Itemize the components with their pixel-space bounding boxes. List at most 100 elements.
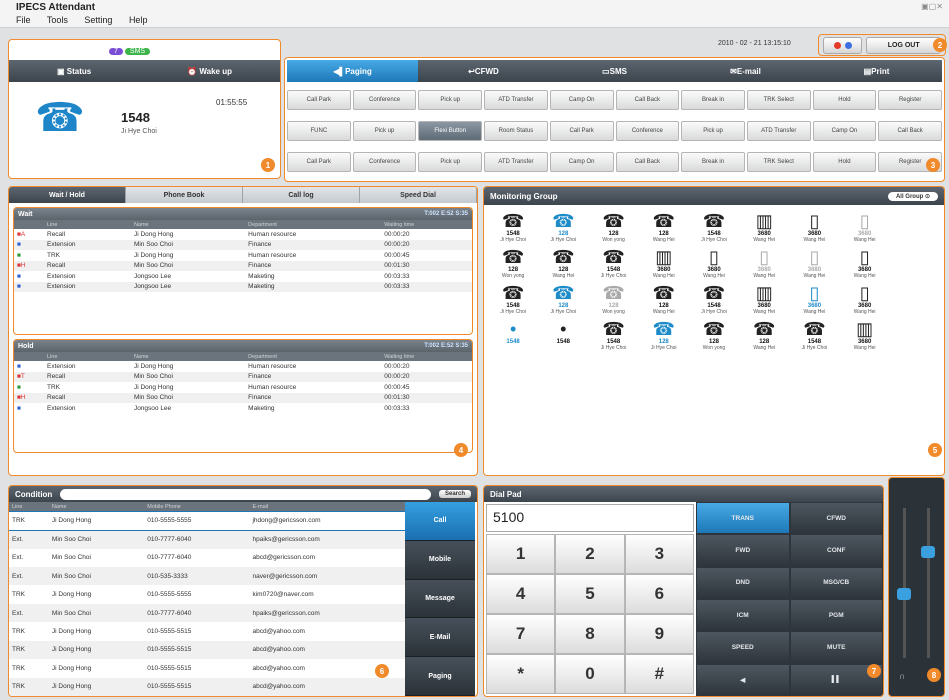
monitor-extension[interactable]: • 1548 [488, 319, 538, 351]
table-row[interactable]: ■ Extension Jongsoo Lee Maketing 00:03:33 [14, 281, 472, 292]
func-button[interactable]: FUNC [287, 121, 351, 141]
dial-key[interactable]: 5 [555, 574, 625, 614]
status-button[interactable]: ▣ Status [57, 67, 91, 76]
func-button[interactable]: ATD Transfer [484, 90, 548, 110]
dial-input[interactable]: 5100 [486, 504, 694, 532]
func-button[interactable]: Room Status [484, 121, 548, 141]
monitor-extension[interactable]: • 1548 [538, 319, 588, 351]
table-row[interactable]: TRK Ji Dong Hong 010-5555-5515 abcd@yahoo.c… [9, 659, 405, 677]
func-button[interactable]: Break in [681, 90, 745, 110]
action-call-button[interactable]: Call [405, 502, 475, 541]
monitor-extension[interactable]: ▯ 3680 Wang Hei [789, 247, 839, 279]
monitor-extension[interactable]: ☎ 1548 Ji Hye Choi [588, 247, 638, 279]
dial-function-button[interactable]: SPEED [696, 631, 790, 664]
monitor-extension[interactable]: ▥ 3680 Wang Hei [739, 283, 789, 315]
monitor-extension[interactable]: ☎ 128 Ji Hye Choi [538, 283, 588, 315]
monitor-extension[interactable]: ▯ 3680 Wang Hei [840, 283, 890, 315]
logout-button[interactable]: LOG OUT [866, 36, 941, 54]
table-row[interactable]: TRK Ji Dong Hong 010-5555-5555 jhdong@geric… [9, 510, 406, 532]
tab-call-log[interactable]: Call log [243, 187, 360, 203]
func-button[interactable]: ATD Transfer [484, 152, 548, 172]
monitor-extension[interactable]: ▥ 3680 Wang Hei [739, 211, 789, 243]
table-row[interactable]: Ext. Min Soo Choi 010-535-3333 naver@gerics… [9, 567, 405, 586]
monitor-extension[interactable]: ▯ 3680 Wang Hei [789, 283, 839, 315]
menu-setting[interactable]: Setting [84, 15, 112, 25]
monitor-extension[interactable]: ☎ 1548 Ji Hye Choi [588, 319, 638, 351]
table-row[interactable]: ■ Extension Jongsoo Lee Maketing 00:03:33 [14, 271, 472, 282]
func-button[interactable]: Camp On [549, 90, 614, 110]
monitor-extension[interactable]: ▯ 3680 Wang Hei [689, 247, 739, 279]
dial-function-button[interactable]: ◀ [696, 663, 790, 696]
monitor-extension[interactable]: ☎ 128 Wang Hei [739, 319, 789, 351]
table-row[interactable]: ■H Recall Min Soo Choi Finance 00:01:30 [14, 260, 472, 271]
tab-sms[interactable]: ▭ SMS [549, 67, 680, 76]
func-button[interactable]: Camp On [812, 121, 877, 141]
table-row[interactable]: Ext. Min Soo Choi 010-7777-6040 hpaiks@geri… [9, 603, 405, 623]
table-row[interactable]: TRK Ji Dong Hong 010-5555-5515 abcd@yahoo.c… [9, 622, 405, 640]
left-slider-handle[interactable] [897, 588, 911, 600]
dial-function-button[interactable]: CONF [789, 534, 883, 567]
table-row[interactable]: ■ Extension Min Soo Choi Finance 00:00:20 [14, 239, 472, 250]
table-row[interactable]: Ext. Min Soo Choi 010-7777-6040 abcd@gerics… [9, 549, 405, 567]
func-button[interactable]: Conference [615, 121, 680, 141]
dial-key[interactable]: 7 [486, 614, 556, 654]
monitor-extension[interactable]: ☎ 128 Ji Hye Choi [538, 211, 588, 243]
monitor-extension[interactable]: ▯ 3680 Wang Hei [840, 211, 890, 243]
func-button[interactable]: Call Park [549, 121, 614, 141]
table-row[interactable]: ■ TRK Ji Dong Hong Human resource 00:00:45 [14, 382, 472, 393]
func-button[interactable]: Conference [352, 90, 417, 110]
tab-phone-book[interactable]: Phone Book [126, 187, 243, 203]
dial-key[interactable]: 4 [486, 574, 556, 614]
table-row[interactable]: ■H Recall Min Soo Choi Finance 00:01:30 [14, 392, 472, 403]
table-row[interactable]: TRK Ji Dong Hong 010-5555-5515 abcd@yahoo.c… [9, 640, 405, 660]
action-mobile-button[interactable]: Mobile [405, 540, 475, 580]
table-row[interactable]: ■T Recall Min Soo Choi Finance 00:00:20 [14, 371, 472, 382]
dial-key[interactable]: 2 [555, 534, 625, 574]
monitor-extension[interactable]: ☎ 128 Won yong [488, 247, 538, 279]
dial-key[interactable]: 8 [555, 614, 625, 654]
func-button[interactable]: Hold [812, 90, 877, 110]
func-button[interactable]: Flexi Button [418, 121, 483, 141]
dial-function-button[interactable]: MUTE [789, 631, 883, 664]
menu-help[interactable]: Help [129, 15, 148, 25]
monitor-extension[interactable]: ☎ 128 Won yong [588, 211, 638, 243]
tab-email[interactable]: ✉ E-mail [680, 67, 811, 76]
monitor-extension[interactable]: ☎ 128 Wang Hei [639, 283, 689, 315]
func-button[interactable]: ATD Transfer [746, 121, 811, 141]
right-slider-handle[interactable] [921, 546, 935, 558]
monitor-extension[interactable]: ☎ 128 Wang Hei [538, 247, 588, 279]
monitor-extension[interactable]: ☎ 1548 Ji Hye Choi [488, 211, 538, 243]
func-button[interactable]: Conference [352, 152, 417, 172]
monitor-extension[interactable]: ☎ 128 Ji Hye Choi [639, 319, 689, 351]
dial-function-button[interactable]: MSG/CB [789, 566, 883, 599]
dial-function-button[interactable]: ICM [696, 598, 790, 632]
action-email-button[interactable]: E-Mail [405, 618, 475, 658]
dial-function-button[interactable]: CFWD [789, 502, 883, 535]
table-row[interactable]: Ext. Min Soo Choi 010-7777-6040 hpaiks@geri… [9, 530, 405, 549]
func-button[interactable]: Camp On [549, 152, 614, 172]
dial-function-button[interactable]: TRANS [696, 502, 790, 535]
dial-function-button[interactable]: DND [696, 566, 790, 599]
tab-speed-dial[interactable]: Speed Dial [360, 187, 477, 203]
func-button[interactable]: TRK Select [746, 152, 811, 172]
table-row[interactable]: ■ TRK Ji Dong Hong Human resource 00:00:45 [14, 250, 472, 261]
table-row[interactable]: ■ Extension Jongsoo Lee Maketing 00:03:33 [14, 403, 472, 414]
table-row[interactable]: ■ Extension Ji Dong Hong Human resource 00:0… [14, 361, 472, 372]
table-row[interactable]: TRK Ji Dong Hong 010-5555-5515 abcd@yahoo.c… [9, 677, 405, 696]
monitor-extension[interactable]: ▥ 3680 Wang Hei [840, 319, 890, 351]
search-button[interactable]: Search [438, 490, 471, 498]
search-input[interactable] [60, 488, 431, 500]
status-dots-button[interactable] [823, 36, 863, 54]
dial-function-button[interactable]: FWD [696, 534, 790, 567]
func-button[interactable]: Pick up [681, 121, 745, 141]
monitor-extension[interactable]: ☎ 1548 Ji Hye Choi [488, 283, 538, 315]
monitor-extension[interactable]: ▯ 3680 Wang Hei [739, 247, 789, 279]
dial-key[interactable]: 3 [624, 534, 694, 574]
func-button[interactable]: Call Park [287, 152, 351, 172]
func-button[interactable]: Hold [812, 152, 877, 172]
monitor-extension[interactable]: ▥ 3680 Wang Hei [639, 247, 689, 279]
menu-tools[interactable]: Tools [47, 15, 68, 25]
func-button[interactable]: Pick up [352, 121, 417, 141]
dial-key[interactable]: * [486, 654, 556, 694]
right-slider-track[interactable] [927, 508, 930, 658]
